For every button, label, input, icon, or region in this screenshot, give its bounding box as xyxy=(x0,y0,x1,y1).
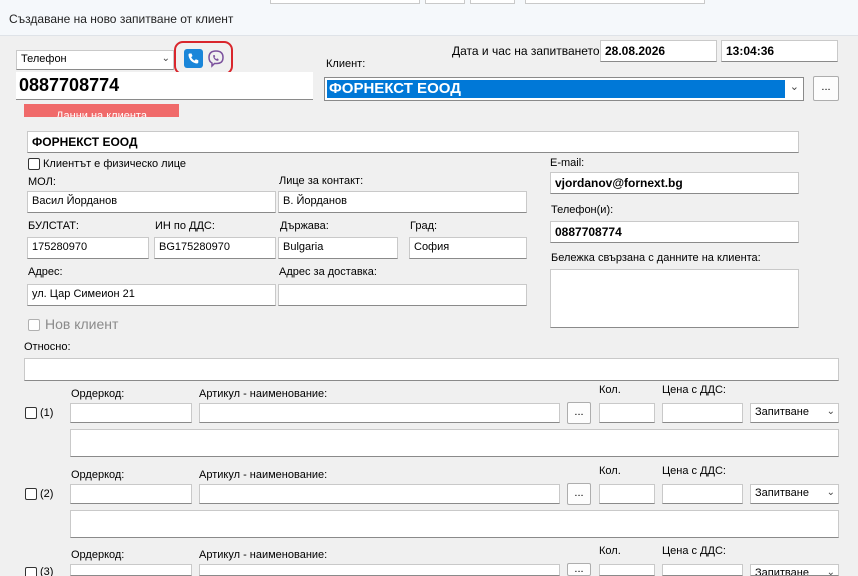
window-title: Създаване на ново запитване от клиент xyxy=(9,12,234,26)
item-3-order-field[interactable] xyxy=(70,564,192,576)
item-1-price-label: Цена с ДДС: xyxy=(662,384,726,396)
address-field[interactable]: ул. Цар Симеион 21 xyxy=(27,284,276,306)
phones-field[interactable]: 0887708774 xyxy=(550,221,799,243)
item-1-description-field[interactable] xyxy=(70,429,839,457)
item-3-price-label: Цена с ДДС: xyxy=(662,545,726,557)
dropdown-arrow-icon: ⌄ xyxy=(789,81,799,93)
item-2-qty-field[interactable] xyxy=(599,484,655,504)
new-client-label: Нов клиент xyxy=(45,316,119,332)
delivery-address-field[interactable] xyxy=(278,284,527,306)
item-1-qty-label: Кол. xyxy=(599,384,621,396)
phones-label: Телефон(и): xyxy=(551,204,614,216)
contact-person-label: Лице за контакт: xyxy=(279,175,364,187)
item-1-price-field[interactable] xyxy=(662,403,743,423)
new-client-checkbox xyxy=(28,319,40,331)
request-date-field[interactable]: 28.08.2026 xyxy=(600,40,717,62)
item-1-article-label: Артикул - наименование: xyxy=(199,388,328,400)
mol-field[interactable]: Васил Йорданов xyxy=(27,191,276,213)
note-label: Бележка свързана с данните на клиента: xyxy=(551,252,761,264)
item-2-order-label: Ордеркод: xyxy=(71,469,125,481)
contact-person-field[interactable]: В. Йорданов xyxy=(278,191,527,213)
item-3-browse-button[interactable]: ... xyxy=(567,563,591,576)
country-label: Държава: xyxy=(280,220,329,232)
city-field[interactable]: София xyxy=(409,237,527,259)
note-field[interactable] xyxy=(550,269,799,328)
item-2-browse-button[interactable]: ... xyxy=(567,483,591,505)
client-label: Клиент: xyxy=(326,58,366,70)
bulstat-label: БУЛСТАТ: xyxy=(28,220,79,232)
phone-call-icon[interactable] xyxy=(184,49,203,68)
dropdown-arrow-icon: ⌄ xyxy=(161,53,170,64)
dropdown-arrow-icon: ⌄ xyxy=(826,406,835,417)
contact-method-select[interactable]: Телефон ⌄ xyxy=(16,50,174,70)
regarding-label: Относно: xyxy=(24,341,71,353)
item-1-qty-field[interactable] xyxy=(599,403,655,423)
item-2-status-select[interactable]: Запитване ⌄ xyxy=(750,484,839,504)
regarding-field[interactable] xyxy=(24,358,839,381)
client-select[interactable]: ФОРНЕКСТ ЕООД ⌄ xyxy=(324,77,804,101)
item-3-index: (3) xyxy=(40,566,54,576)
item-3-status-value: Запитване xyxy=(755,567,809,576)
client-name-field[interactable]: ФОРНЕКСТ ЕООД xyxy=(27,131,799,153)
item-1-browse-button[interactable]: ... xyxy=(567,402,591,424)
email-field[interactable]: vjordanov@fornext.bg xyxy=(550,172,799,194)
city-label: Град: xyxy=(410,220,438,232)
delivery-address-label: Адрес за доставка: xyxy=(279,266,377,278)
item-1-checkbox[interactable] xyxy=(25,407,37,419)
item-2-price-label: Цена с ДДС: xyxy=(662,465,726,477)
item-3-article-field[interactable] xyxy=(199,564,560,576)
phone-number-field[interactable]: 0887708774 xyxy=(16,72,313,100)
item-3-status-select[interactable]: Запитване ⌄ xyxy=(750,564,839,576)
item-3-checkbox[interactable] xyxy=(25,567,37,576)
item-3-article-label: Артикул - наименование: xyxy=(199,549,328,561)
dropdown-arrow-icon: ⌄ xyxy=(826,567,835,576)
item-1-order-field[interactable] xyxy=(70,403,192,423)
item-2-status-value: Запитване xyxy=(755,487,809,499)
item-3-order-label: Ордеркод: xyxy=(71,549,125,561)
item-1-order-label: Ордеркод: xyxy=(71,388,125,400)
item-1-article-field[interactable] xyxy=(199,403,560,423)
item-3-qty-label: Кол. xyxy=(599,545,621,557)
top-partial-row xyxy=(270,0,720,4)
dropdown-arrow-icon: ⌄ xyxy=(826,487,835,498)
bulstat-field[interactable]: 175280970 xyxy=(27,237,149,259)
item-2-article-field[interactable] xyxy=(199,484,560,504)
item-2-description-field[interactable] xyxy=(70,510,839,538)
viber-icon[interactable] xyxy=(206,49,226,68)
item-2-qty-label: Кол. xyxy=(599,465,621,477)
country-field[interactable]: Bulgaria xyxy=(278,237,398,259)
item-1-index: (1) xyxy=(40,407,54,419)
email-label: E-mail: xyxy=(550,157,585,169)
item-2-checkbox[interactable] xyxy=(25,488,37,500)
item-3-qty-field[interactable] xyxy=(599,564,655,576)
item-1-status-value: Запитване xyxy=(755,406,809,418)
item-2-article-label: Артикул - наименование: xyxy=(199,469,328,481)
vat-field[interactable]: BG175280970 xyxy=(154,237,276,259)
physical-person-checkbox[interactable] xyxy=(28,158,40,170)
item-2-index: (2) xyxy=(40,488,54,500)
item-3-price-field[interactable] xyxy=(662,564,743,576)
client-selected-value: ФОРНЕКСТ ЕООД xyxy=(327,80,785,98)
request-datetime-label: Дата и час на запитването: xyxy=(452,44,603,58)
request-time-field[interactable]: 13:04:36 xyxy=(721,40,838,62)
address-label: Адрес: xyxy=(28,266,63,278)
client-browse-button[interactable]: ... xyxy=(813,76,839,101)
item-2-price-field[interactable] xyxy=(662,484,743,504)
item-2-order-field[interactable] xyxy=(70,484,192,504)
vat-label: ИН по ДДС: xyxy=(155,220,215,232)
contact-method-value: Телефон xyxy=(21,53,67,65)
mol-label: МОЛ: xyxy=(28,176,56,188)
physical-person-label: Клиентът е физическо лице xyxy=(43,158,187,170)
item-1-status-select[interactable]: Запитване ⌄ xyxy=(750,403,839,423)
